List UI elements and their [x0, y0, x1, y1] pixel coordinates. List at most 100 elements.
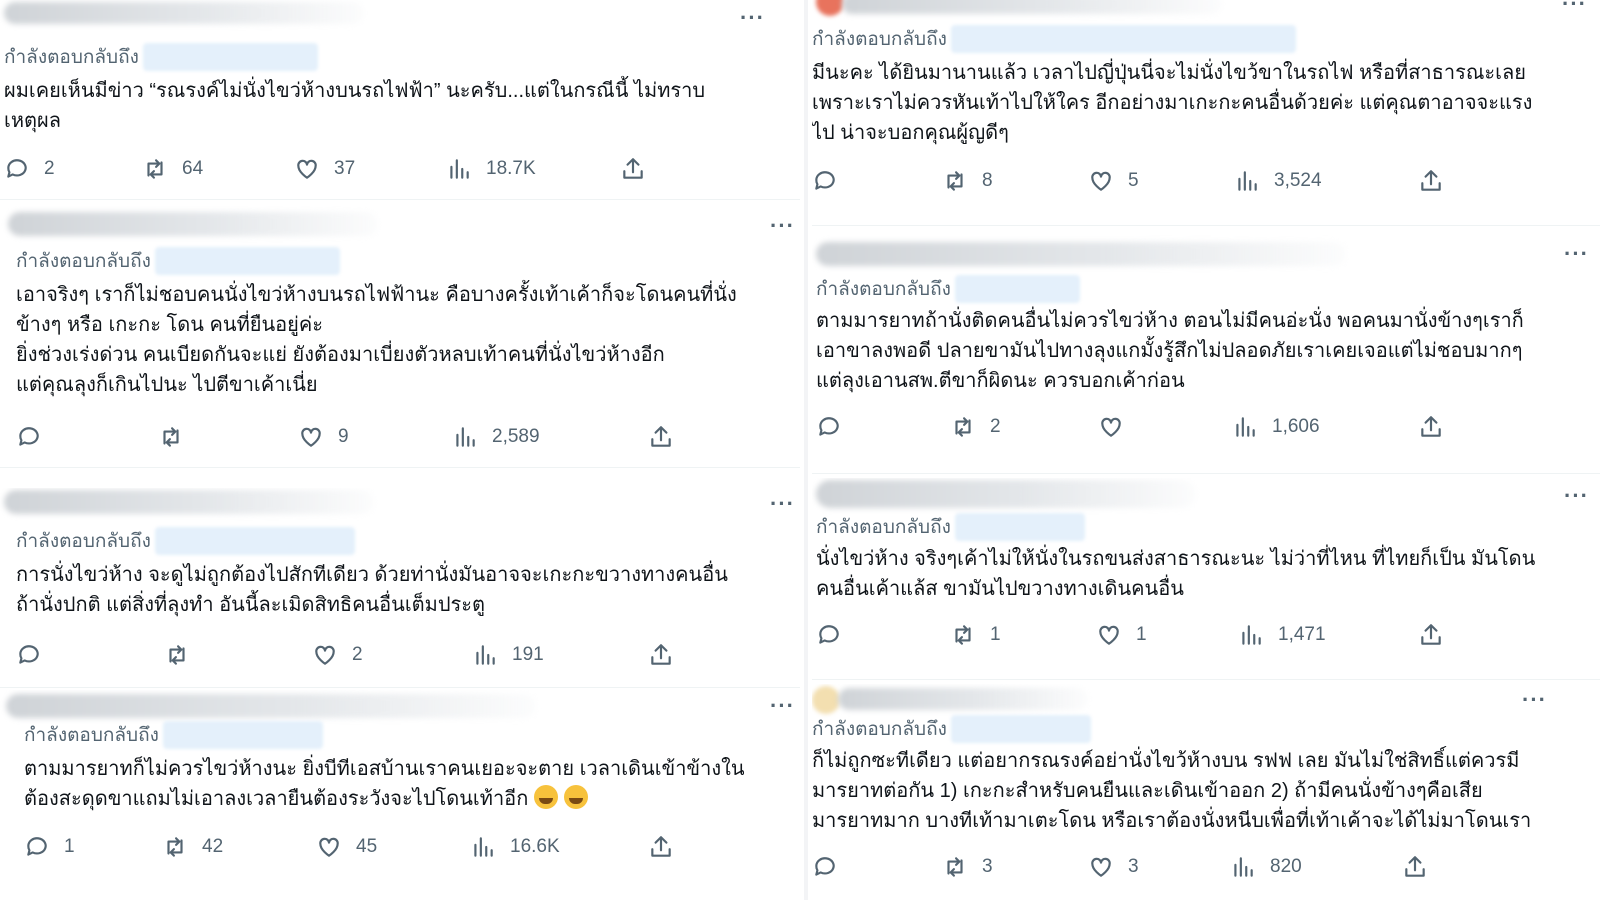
- share-button[interactable]: [1418, 410, 1444, 444]
- retweet-count: 42: [202, 836, 224, 857]
- views-button[interactable]: 16.6K: [470, 830, 560, 864]
- reply-button[interactable]: [816, 410, 856, 444]
- like-button[interactable]: 45: [316, 830, 377, 864]
- blurred-author-header: [8, 212, 378, 236]
- views-button[interactable]: 3,524: [1234, 164, 1322, 198]
- replying-to-label: กำลังตอบกลับถึง: [24, 725, 159, 746]
- replying-to: กำลังตอบกลับถึง: [816, 510, 1085, 544]
- views-button[interactable]: 1,471: [1238, 618, 1326, 652]
- blurred-handle[interactable]: [954, 513, 1085, 541]
- retweet-icon: [955, 417, 971, 437]
- reply-count: 2: [44, 158, 55, 179]
- share-button[interactable]: [620, 152, 646, 186]
- share-button[interactable]: [1418, 164, 1444, 198]
- retweet-button[interactable]: 2: [950, 410, 1001, 444]
- tweet-text-content: ตามมารยาทก็ไม่ควรไขว่ห้างนะ ยิ่งบีทีเอสบ…: [24, 758, 745, 810]
- views-button[interactable]: 191: [472, 638, 544, 672]
- share-button[interactable]: [648, 420, 674, 454]
- replying-to: กำลังตอบกลับถึง: [16, 524, 355, 558]
- reply-button[interactable]: [16, 420, 56, 454]
- retweet-button[interactable]: 8: [942, 164, 993, 198]
- retweet-button[interactable]: 3: [942, 850, 993, 884]
- share-button[interactable]: [648, 638, 674, 672]
- replying-to-label: กำลังตอบกลับถึง: [812, 719, 947, 740]
- retweet-button[interactable]: 42: [162, 830, 223, 864]
- blurred-author-header: [4, 490, 374, 514]
- more-options-icon[interactable]: ···: [770, 215, 795, 237]
- replying-to-label: กำลังตอบกลับถึง: [16, 531, 151, 552]
- replying-to: กำลังตอบกลับถึง: [812, 22, 1296, 56]
- retweet-button[interactable]: [158, 420, 198, 454]
- share-button[interactable]: [1418, 618, 1444, 652]
- retweet-button[interactable]: 64: [142, 152, 203, 186]
- blurred-handle[interactable]: [162, 721, 323, 749]
- tweet-card[interactable]: ··· กำลังตอบกลับถึง มีนะคะ ได้ยินมานานแล…: [812, 0, 1600, 226]
- share-button[interactable]: [648, 830, 674, 864]
- tweet-card[interactable]: ··· กำลังตอบกลับถึง ก็ไม่ถูกซะทีเดียว แต…: [812, 684, 1600, 900]
- like-button[interactable]: 2: [312, 638, 363, 672]
- blurred-handle[interactable]: [154, 247, 340, 275]
- more-options-icon[interactable]: ···: [740, 7, 765, 29]
- tweet-card[interactable]: ··· กำลังตอบกลับถึง การนั่งไขว่ห้าง จะดู…: [0, 488, 800, 688]
- reply-button[interactable]: 2: [4, 152, 55, 186]
- tweet-separator: [0, 687, 800, 688]
- reply-button[interactable]: [812, 164, 852, 198]
- share-button[interactable]: [1402, 850, 1428, 884]
- retweet-icon: [169, 645, 185, 665]
- more-options-icon[interactable]: ···: [1564, 485, 1589, 507]
- retweet-icon: [955, 625, 971, 645]
- blurred-handle[interactable]: [950, 715, 1091, 743]
- views-chart-icon: [1234, 857, 1253, 877]
- views-button[interactable]: 820: [1230, 850, 1302, 884]
- share-icon: [1421, 170, 1441, 191]
- retweet-button[interactable]: 1: [950, 618, 1001, 652]
- heart-icon: [1091, 857, 1111, 877]
- reply-button[interactable]: [816, 618, 856, 652]
- more-options-icon[interactable]: ···: [770, 695, 795, 717]
- retweet-count: 3: [982, 856, 993, 877]
- tweet-card[interactable]: ··· กำลังตอบกลับถึง ตามมารยาทก็ไม่ควรไขว…: [0, 690, 800, 900]
- like-button[interactable]: 9: [298, 420, 349, 454]
- tweet-card[interactable]: ··· กำลังตอบกลับถึง ตามมารยาทถ้านั่งติดค…: [812, 234, 1600, 474]
- tweet-card[interactable]: ··· กำลังตอบกลับถึง เอาจริงๆ เราก็ไม่ชอบ…: [0, 206, 800, 468]
- heart-icon: [315, 645, 335, 665]
- heart-icon: [319, 837, 339, 857]
- blurred-handle[interactable]: [142, 43, 318, 71]
- replying-to: กำลังตอบกลับถึง: [24, 718, 323, 752]
- views-chart-icon: [1236, 417, 1255, 437]
- views-button[interactable]: 1,606: [1232, 410, 1320, 444]
- retweet-button[interactable]: [164, 638, 204, 672]
- more-options-icon[interactable]: ···: [1522, 689, 1547, 711]
- tweet-card[interactable]: ··· กำลังตอบกลับถึง ผมเคยเห็นมีข่าว “รณร…: [0, 0, 800, 200]
- like-button[interactable]: 37: [294, 152, 355, 186]
- like-button[interactable]: 1: [1096, 618, 1147, 652]
- blurred-handle[interactable]: [154, 527, 355, 555]
- tweet-text: นั่งไขว่ห้าง จริงๆเค้าไม่ให้นั่งในรถขนส่…: [816, 548, 1536, 600]
- reply-button[interactable]: [16, 638, 56, 672]
- more-options-icon[interactable]: ···: [1564, 243, 1589, 265]
- retweet-icon: [947, 171, 963, 191]
- tweet-text: มีนะคะ ได้ยินมานานแล้ว เวลาไปญี่ปุ่นนี่จ…: [812, 62, 1533, 144]
- reply-icon: [19, 645, 39, 664]
- more-options-icon[interactable]: ···: [770, 493, 795, 515]
- views-button[interactable]: 18.7K: [446, 152, 536, 186]
- view-count: 18.7K: [486, 158, 536, 179]
- tweet-actions: 1 42 45 16.6K: [24, 830, 784, 864]
- blurred-handle[interactable]: [950, 25, 1296, 53]
- blurred-avatar: [812, 686, 840, 714]
- more-options-icon[interactable]: ···: [1562, 0, 1587, 15]
- views-chart-icon: [450, 159, 469, 179]
- like-button[interactable]: 5: [1088, 164, 1139, 198]
- like-button[interactable]: [1098, 410, 1138, 444]
- grinning-sweat-emoji-icon: [564, 785, 589, 809]
- reply-button[interactable]: [812, 850, 852, 884]
- blurred-author-header: [816, 242, 1346, 266]
- blurred-handle[interactable]: [954, 275, 1080, 303]
- reply-button[interactable]: 1: [24, 830, 75, 864]
- views-button[interactable]: 2,589: [452, 420, 540, 454]
- tweet-card[interactable]: ··· กำลังตอบกลับถึง นั่งไขว่ห้าง จริงๆเค…: [812, 478, 1600, 680]
- like-count: 5: [1128, 170, 1139, 191]
- like-button[interactable]: 3: [1088, 850, 1139, 884]
- tweet-separator: [812, 473, 1600, 474]
- share-icon: [1421, 624, 1441, 645]
